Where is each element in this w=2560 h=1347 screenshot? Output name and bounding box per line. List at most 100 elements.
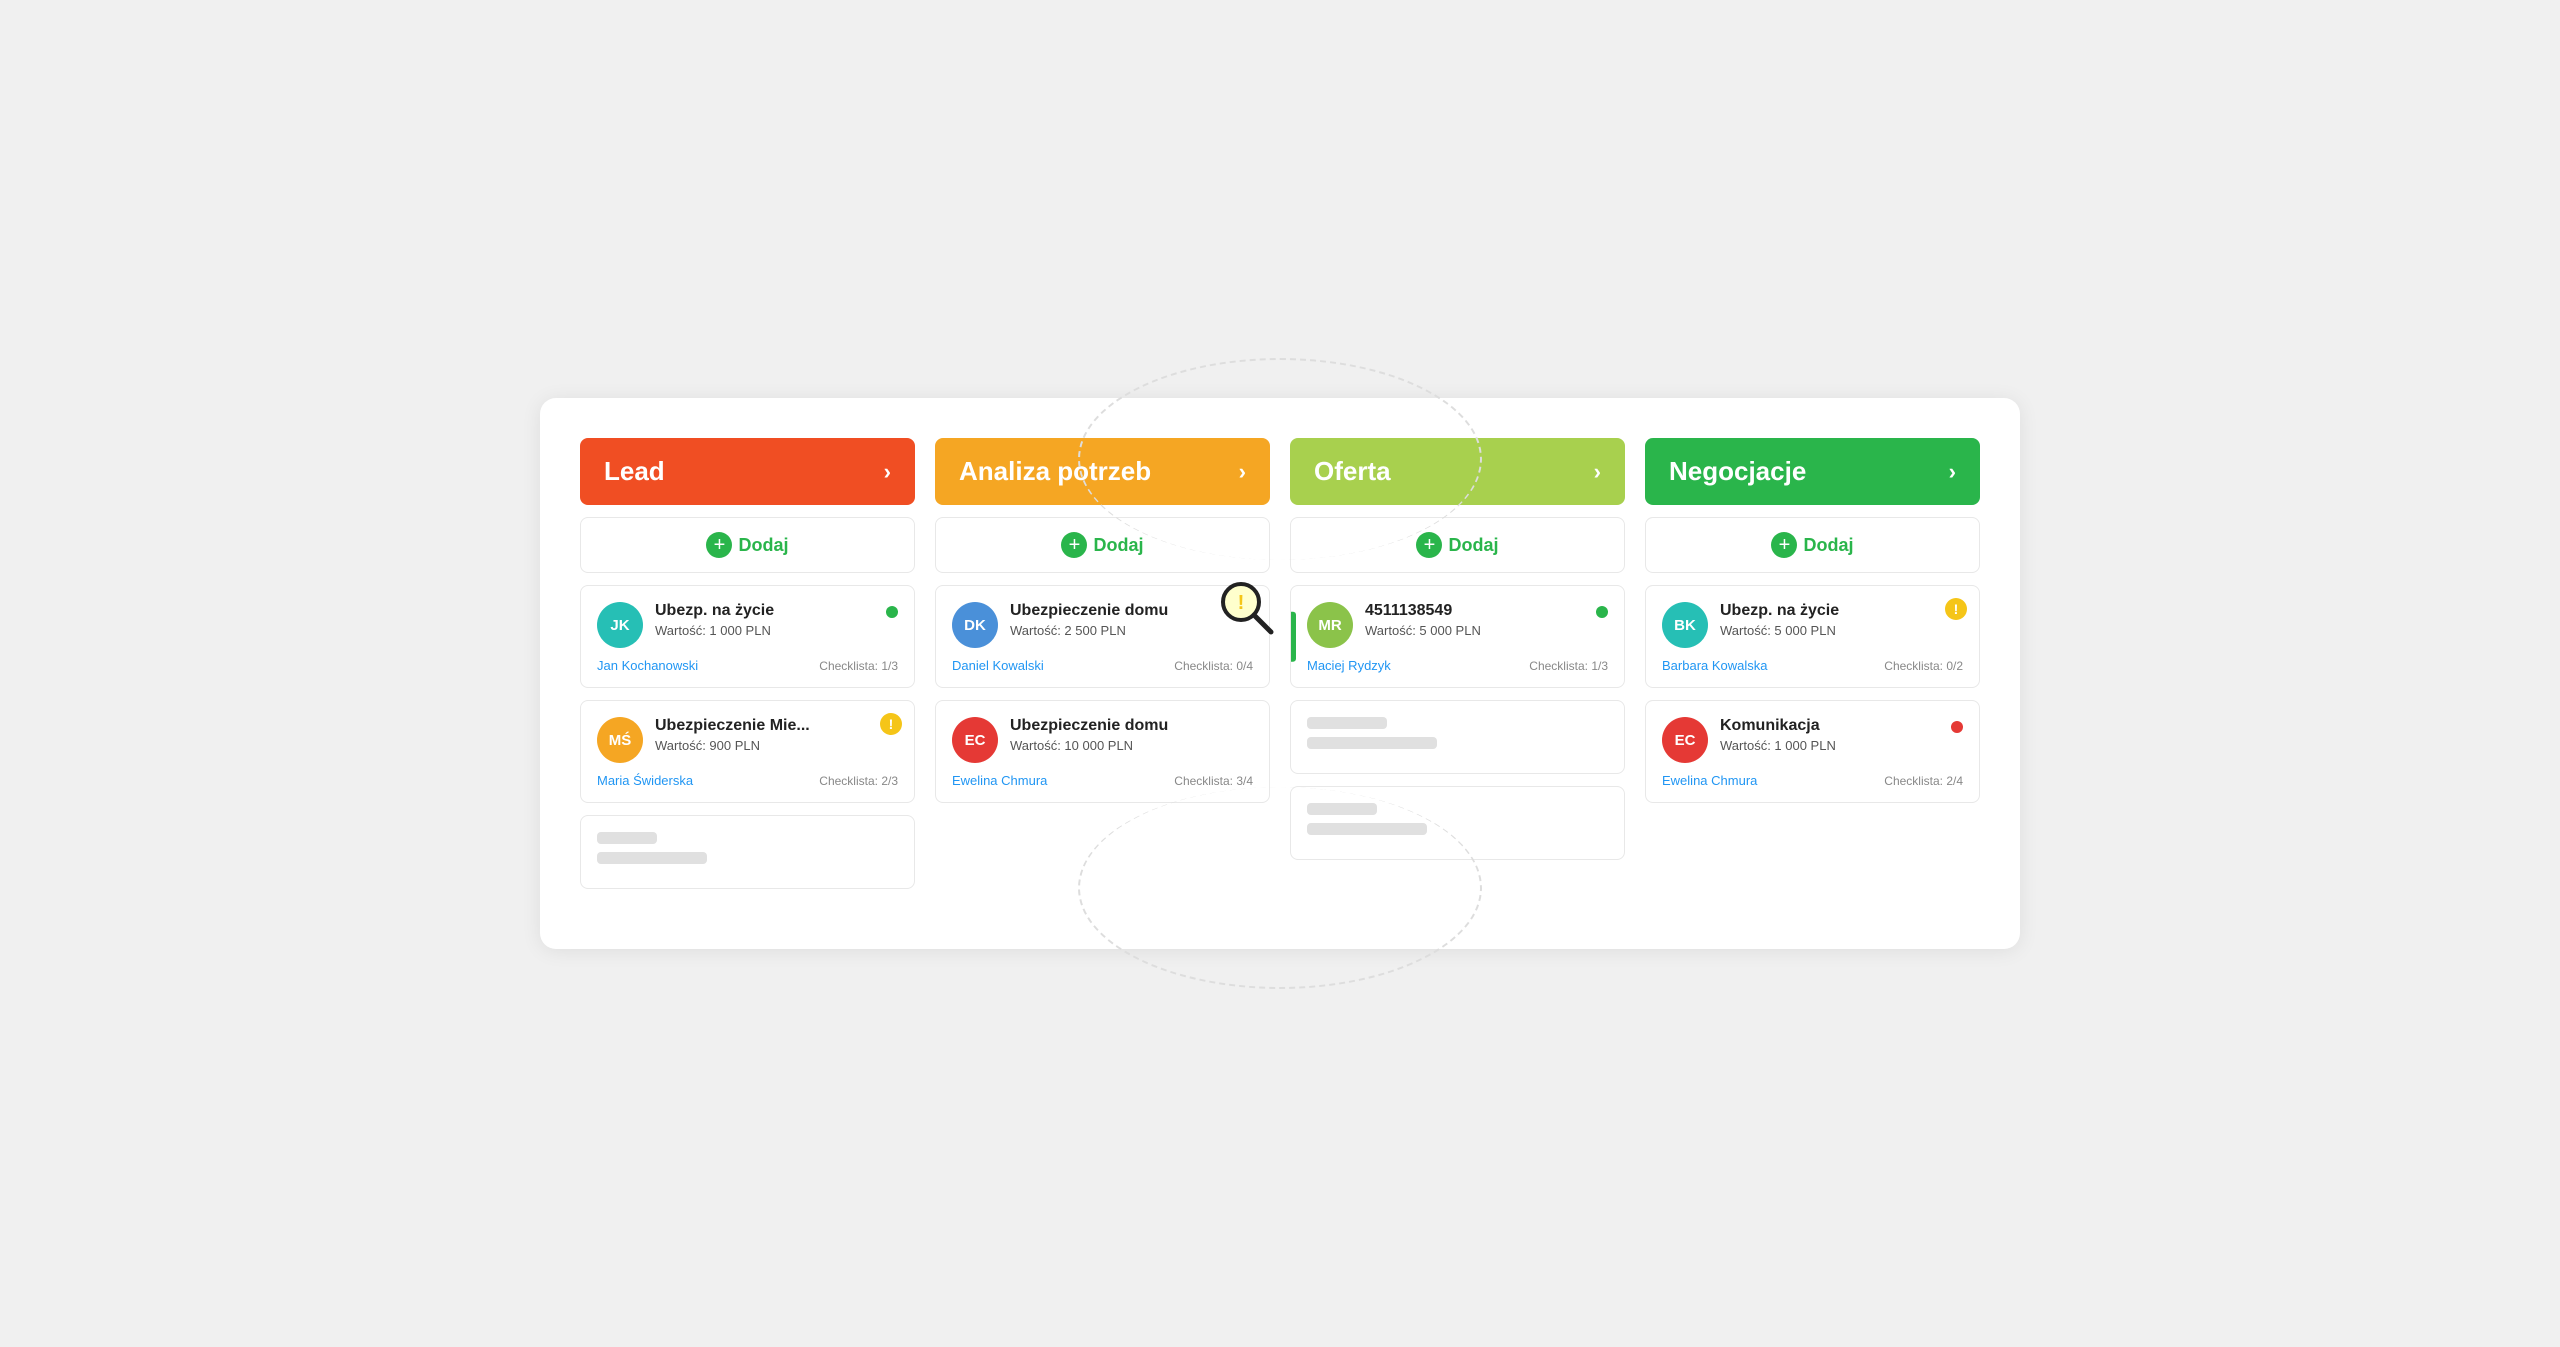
skeleton-line <box>1307 823 1427 835</box>
card-title-lead-2: Ubezpieczenie Mie... <box>655 717 898 735</box>
card-top: MR 4511138549 Wartość: 5 000 PLN <box>1307 602 1608 648</box>
col-header-title-oferta: Oferta <box>1314 456 1391 487</box>
card-title-nego-2: Komunikacja <box>1720 717 1939 735</box>
kanban-board: Lead › + Dodaj JK Ubezp. na życie Wartoś… <box>580 438 1980 889</box>
plus-icon-negocjacje: + <box>1771 532 1797 558</box>
skeleton-card-lead-skel <box>580 815 915 889</box>
add-button-oferta[interactable]: + Dodaj <box>1416 532 1498 558</box>
col-header-arrow-negocjacje: › <box>1949 459 1956 485</box>
column-analiza: Analiza potrzeb › + Dodaj ! <box>935 438 1270 889</box>
card-footer: Barbara Kowalska Checklista: 0/2 <box>1662 658 1963 673</box>
status-dot <box>1596 606 1608 618</box>
card-info: Ubezpieczenie Mie... Wartość: 900 PLN <box>655 717 898 753</box>
card-person-analiza-1[interactable]: Daniel Kowalski <box>952 658 1044 673</box>
plus-icon-oferta: + <box>1416 532 1442 558</box>
plus-icon-lead: + <box>706 532 732 558</box>
card-person-nego-1[interactable]: Barbara Kowalska <box>1662 658 1768 673</box>
card-title-analiza-1: Ubezpieczenie domu <box>1010 602 1253 620</box>
card-top: DK Ubezpieczenie domu Wartość: 2 500 PLN <box>952 602 1253 648</box>
card-person-lead-2[interactable]: Maria Świderska <box>597 773 693 788</box>
add-button-lead[interactable]: + Dodaj <box>706 532 788 558</box>
card-top: BK Ubezp. na życie Wartość: 5 000 PLN <box>1662 602 1963 648</box>
board-container: Lead › + Dodaj JK Ubezp. na życie Wartoś… <box>540 398 2020 949</box>
card-checklist-oferta-1: Checklista: 1/3 <box>1529 659 1608 673</box>
card-oferta-1[interactable]: MR 4511138549 Wartość: 5 000 PLN Maciej … <box>1290 585 1625 688</box>
card-footer: Maciej Rydzyk Checklista: 1/3 <box>1307 658 1608 673</box>
card-accent <box>1291 611 1296 662</box>
add-label-analiza: Dodaj <box>1093 535 1143 556</box>
card-analiza-2[interactable]: EC Ubezpieczenie domu Wartość: 10 000 PL… <box>935 700 1270 803</box>
avatar-analiza-1: DK <box>952 602 998 648</box>
skeleton-line <box>1307 737 1437 749</box>
col-header-arrow-analiza: › <box>1239 459 1246 485</box>
card-info: Komunikacja Wartość: 1 000 PLN <box>1720 717 1939 753</box>
add-label-negocjacje: Dodaj <box>1803 535 1853 556</box>
col-header-arrow-lead: › <box>884 459 891 485</box>
card-value-lead-2: Wartość: 900 PLN <box>655 738 898 753</box>
card-lead-1[interactable]: JK Ubezp. na życie Wartość: 1 000 PLN Ja… <box>580 585 915 688</box>
card-value-analiza-2: Wartość: 10 000 PLN <box>1010 738 1253 753</box>
column-lead: Lead › + Dodaj JK Ubezp. na życie Wartoś… <box>580 438 915 889</box>
add-row-negocjacje[interactable]: + Dodaj <box>1645 517 1980 573</box>
col-header-lead[interactable]: Lead › <box>580 438 915 505</box>
card-person-analiza-2[interactable]: Ewelina Chmura <box>952 773 1047 788</box>
card-top: EC Komunikacja Wartość: 1 000 PLN <box>1662 717 1963 763</box>
add-row-analiza[interactable]: + Dodaj <box>935 517 1270 573</box>
card-checklist-analiza-2: Checklista: 3/4 <box>1174 774 1253 788</box>
card-value-lead-1: Wartość: 1 000 PLN <box>655 623 874 638</box>
card-person-oferta-1[interactable]: Maciej Rydzyk <box>1307 658 1391 673</box>
skeleton-line <box>1307 803 1377 815</box>
skeleton-line <box>1307 717 1387 729</box>
card-footer: Ewelina Chmura Checklista: 3/4 <box>952 773 1253 788</box>
card-checklist-nego-1: Checklista: 0/2 <box>1884 659 1963 673</box>
add-label-oferta: Dodaj <box>1448 535 1498 556</box>
col-header-arrow-oferta: › <box>1594 459 1601 485</box>
card-footer: Daniel Kowalski Checklista: 0/4 <box>952 658 1253 673</box>
column-negocjacje: Negocjacje › + Dodaj ! BK Ubezp. na życi… <box>1645 438 1980 889</box>
card-footer: Ewelina Chmura Checklista: 2/4 <box>1662 773 1963 788</box>
card-value-nego-2: Wartość: 1 000 PLN <box>1720 738 1939 753</box>
add-label-lead: Dodaj <box>738 535 788 556</box>
avatar-lead-1: JK <box>597 602 643 648</box>
avatar-oferta-1: MR <box>1307 602 1353 648</box>
card-info: Ubezp. na życie Wartość: 1 000 PLN <box>655 602 874 638</box>
avatar-nego-2: EC <box>1662 717 1708 763</box>
card-title-lead-1: Ubezp. na życie <box>655 602 874 620</box>
avatar-nego-1: BK <box>1662 602 1708 648</box>
card-title-oferta-1: 4511138549 <box>1365 602 1584 620</box>
add-button-analiza[interactable]: + Dodaj <box>1061 532 1143 558</box>
card-top: JK Ubezp. na życie Wartość: 1 000 PLN <box>597 602 898 648</box>
card-checklist-nego-2: Checklista: 2/4 <box>1884 774 1963 788</box>
card-top: EC Ubezpieczenie domu Wartość: 10 000 PL… <box>952 717 1253 763</box>
skeleton-line <box>597 852 707 864</box>
status-dot <box>1951 721 1963 733</box>
warn-icon: ! <box>1945 598 1967 620</box>
card-title-analiza-2: Ubezpieczenie domu <box>1010 717 1253 735</box>
card-checklist-analiza-1: Checklista: 0/4 <box>1174 659 1253 673</box>
card-lead-2[interactable]: ! MŚ Ubezpieczenie Mie... Wartość: 900 P… <box>580 700 915 803</box>
avatar-lead-2: MŚ <box>597 717 643 763</box>
col-header-title-negocjacje: Negocjacje <box>1669 456 1806 487</box>
col-header-analiza[interactable]: Analiza potrzeb › <box>935 438 1270 505</box>
plus-icon-analiza: + <box>1061 532 1087 558</box>
col-header-oferta[interactable]: Oferta › <box>1290 438 1625 505</box>
card-person-nego-2[interactable]: Ewelina Chmura <box>1662 773 1757 788</box>
add-row-lead[interactable]: + Dodaj <box>580 517 915 573</box>
card-info: Ubezp. na życie Wartość: 5 000 PLN <box>1720 602 1963 638</box>
card-checklist-lead-2: Checklista: 2/3 <box>819 774 898 788</box>
card-info: Ubezpieczenie domu Wartość: 2 500 PLN <box>1010 602 1253 638</box>
card-analiza-1[interactable]: ! DK Ubezpieczenie domu Wartość: 2 500 P… <box>935 585 1270 688</box>
col-header-negocjacje[interactable]: Negocjacje › <box>1645 438 1980 505</box>
card-nego-2[interactable]: EC Komunikacja Wartość: 1 000 PLN Ewelin… <box>1645 700 1980 803</box>
card-person-lead-1[interactable]: Jan Kochanowski <box>597 658 698 673</box>
add-row-oferta[interactable]: + Dodaj <box>1290 517 1625 573</box>
card-info: Ubezpieczenie domu Wartość: 10 000 PLN <box>1010 717 1253 753</box>
add-button-negocjacje[interactable]: + Dodaj <box>1771 532 1853 558</box>
card-nego-1[interactable]: ! BK Ubezp. na życie Wartość: 5 000 PLN … <box>1645 585 1980 688</box>
card-info: 4511138549 Wartość: 5 000 PLN <box>1365 602 1584 638</box>
card-value-analiza-1: Wartość: 2 500 PLN <box>1010 623 1253 638</box>
skeleton-card-oferta-skel1 <box>1290 700 1625 774</box>
col-header-title-analiza: Analiza potrzeb <box>959 456 1151 487</box>
card-value-oferta-1: Wartość: 5 000 PLN <box>1365 623 1584 638</box>
card-value-nego-1: Wartość: 5 000 PLN <box>1720 623 1963 638</box>
